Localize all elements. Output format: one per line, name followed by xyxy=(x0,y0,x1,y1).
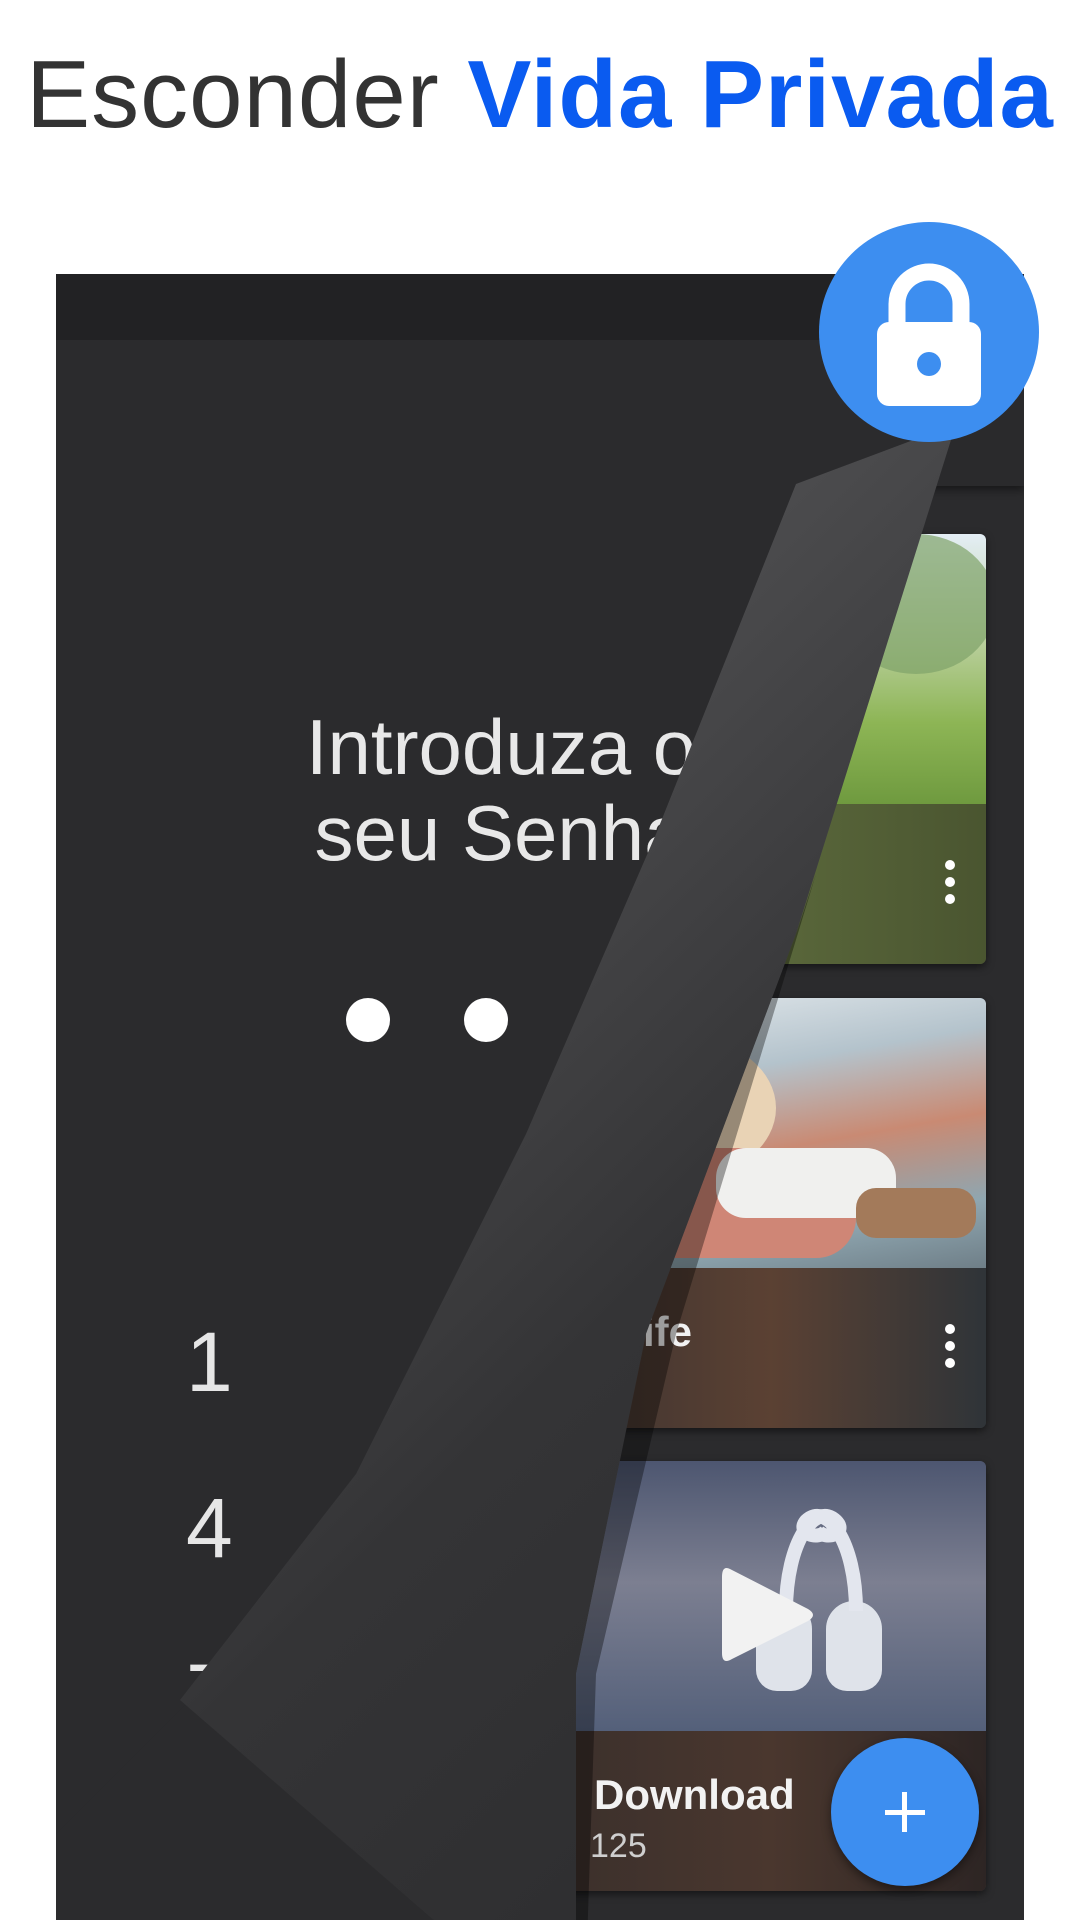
album-count: 125 xyxy=(590,1827,647,1865)
keypad-key-1[interactable]: 1 xyxy=(186,1314,233,1411)
headline: Esconder Vida Privada xyxy=(0,40,1080,150)
lock-icon xyxy=(877,263,981,406)
play-icon[interactable] xyxy=(708,1555,828,1675)
pin-dot xyxy=(464,998,508,1042)
more-vertical-icon[interactable] xyxy=(944,860,956,908)
keypad-key-4[interactable]: 4 xyxy=(186,1480,233,1577)
headline-accent: Vida Privada xyxy=(467,41,1054,148)
album-name: Download xyxy=(594,1771,795,1818)
pin-dot xyxy=(346,998,390,1042)
more-vertical-icon[interactable] xyxy=(944,1324,956,1372)
lock-badge xyxy=(819,222,1039,442)
add-button[interactable] xyxy=(831,1738,979,1886)
headline-plain: Esconder xyxy=(26,41,468,148)
phone-screen: o life Download 125 Introduza o seu Senh… xyxy=(56,274,1024,1920)
